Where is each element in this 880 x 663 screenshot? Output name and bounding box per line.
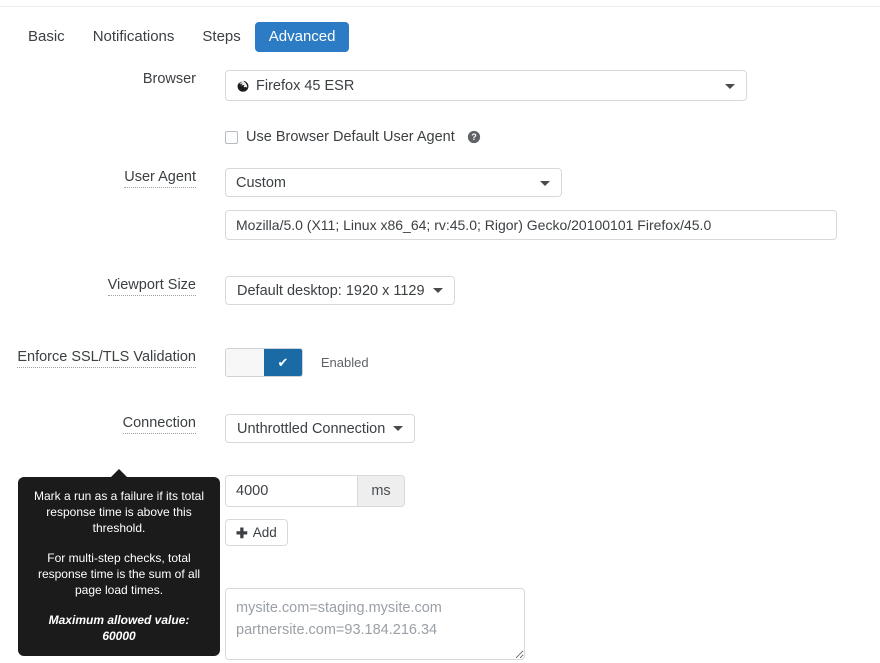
ssl-validation-field-cell: ✔ Enabled	[196, 348, 880, 377]
dns-overrides-field-cell	[196, 588, 880, 663]
ssl-validation-label-cell: Enforce SSL/TLS Validation	[0, 348, 196, 368]
connection-label-cell: Connection	[0, 414, 196, 434]
question-mark-circle-icon[interactable]: ?	[467, 130, 481, 144]
response-time-monitor-tooltip: Mark a run as a failure if its total res…	[18, 469, 220, 656]
form-row-user-agent-string	[0, 210, 880, 240]
dns-overrides-textarea[interactable]	[225, 588, 525, 660]
browser-field-cell: Firefox 45 ESR	[196, 70, 880, 101]
response-time-monitor-field-cell: ms	[196, 475, 880, 507]
user-agent-string-field-cell	[196, 210, 880, 240]
plus-icon: ✚	[236, 524, 248, 541]
response-time-monitor-input[interactable]	[226, 476, 357, 506]
user-agent-label: User Agent	[124, 168, 196, 188]
form-row-browser: Browser Firefox 45 ESR	[0, 70, 880, 101]
toggle-off-half	[226, 349, 264, 376]
settings-tab-bar: Basic Notifications Steps Advanced	[14, 22, 350, 52]
svg-text:?: ?	[471, 132, 476, 142]
default-user-agent-field-cell: Use Browser Default User Agent ?	[196, 129, 880, 145]
browser-label: Browser	[142, 71, 196, 87]
viewport-size-label-cell: Viewport Size	[0, 276, 196, 296]
tooltip-paragraph-1: Mark a run as a failure if its total res…	[33, 489, 205, 535]
chevron-down-icon	[432, 288, 443, 293]
check-icon: ✔	[277, 354, 289, 370]
ssl-validation-state-text: Enabled	[320, 355, 369, 370]
connection-selected-value: Unthrottled Connection	[237, 420, 386, 437]
tooltip-paragraph-2: For multi-step checks, total response ti…	[37, 551, 201, 597]
default-user-agent-label: Use Browser Default User Agent	[246, 129, 455, 145]
form-row-user-agent: User Agent Custom	[0, 168, 880, 197]
response-time-monitor-input-group: ms	[225, 475, 405, 507]
form-row-connection: Connection Unthrottled Connection	[0, 414, 880, 443]
user-agent-selected-value: Custom	[236, 174, 286, 191]
connection-label: Connection	[122, 414, 196, 434]
tab-notifications[interactable]: Notifications	[79, 22, 189, 52]
viewport-size-label: Viewport Size	[107, 276, 196, 296]
tab-basic[interactable]: Basic	[14, 22, 79, 52]
browser-select[interactable]: Firefox 45 ESR	[225, 70, 747, 101]
browser-label-cell: Browser	[0, 70, 196, 88]
tooltip-arrow	[110, 469, 128, 478]
add-threshold-button[interactable]: ✚ Add	[225, 519, 288, 546]
viewport-size-selected-value: Default desktop: 1920 x 1129	[237, 282, 425, 299]
user-agent-label-cell: User Agent	[0, 168, 196, 188]
ssl-validation-label: Enforce SSL/TLS Validation	[17, 348, 196, 368]
chevron-down-icon	[393, 426, 404, 431]
default-user-agent-checkbox-row: Use Browser Default User Agent ?	[225, 129, 880, 145]
viewport-size-field-cell: Default desktop: 1920 x 1129	[196, 276, 880, 305]
form-row-ssl-validation: Enforce SSL/TLS Validation ✔ Enabled	[0, 348, 880, 377]
user-agent-field-cell: Custom	[196, 168, 880, 197]
add-threshold-button-label: Add	[252, 525, 277, 540]
browser-selected-value: Firefox 45 ESR	[256, 77, 355, 94]
form-row-default-user-agent: Use Browser Default User Agent ?	[0, 129, 880, 145]
top-divider	[0, 6, 880, 7]
response-time-unit-addon: ms	[357, 476, 404, 506]
toggle-on-half: ✔	[264, 349, 302, 376]
tab-advanced[interactable]: Advanced	[254, 22, 350, 52]
default-user-agent-checkbox[interactable]	[225, 130, 238, 144]
ssl-validation-toggle[interactable]: ✔	[225, 348, 303, 377]
user-agent-select[interactable]: Custom	[225, 168, 562, 197]
add-threshold-field-cell: ✚ Add	[196, 519, 880, 546]
form-row-viewport-size: Viewport Size Default desktop: 1920 x 11…	[0, 276, 880, 305]
user-agent-string-input[interactable]	[225, 210, 837, 240]
chevron-down-icon	[725, 83, 735, 89]
tab-steps[interactable]: Steps	[188, 22, 254, 52]
tooltip-paragraph-3: Maximum allowed value: 60000	[48, 613, 190, 643]
chevron-down-icon	[540, 180, 550, 186]
firefox-icon	[236, 79, 250, 93]
connection-field-cell: Unthrottled Connection	[196, 414, 880, 443]
viewport-size-select[interactable]: Default desktop: 1920 x 1129	[225, 276, 455, 305]
connection-select[interactable]: Unthrottled Connection	[225, 414, 416, 443]
